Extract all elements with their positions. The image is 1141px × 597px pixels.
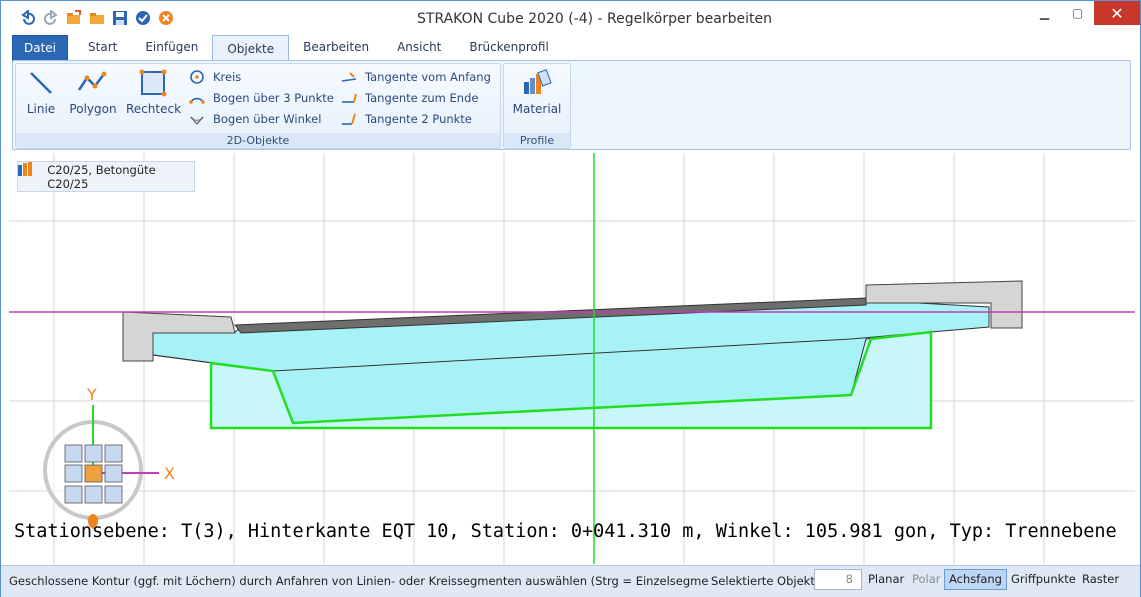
- coordinate-widget[interactable]: [43, 405, 159, 530]
- rectangle-icon: [136, 68, 170, 98]
- polygon-icon: [76, 68, 110, 98]
- tab-brueckenprofil[interactable]: Brückenprofil: [455, 35, 562, 59]
- axis-x-label: X: [164, 464, 175, 483]
- tangente-2-punkte-button[interactable]: Tangente 2 Punkte: [340, 109, 472, 129]
- selected-objects-count: 8: [814, 569, 862, 590]
- ribbon-panel: Linie Polygon Rechteck Kreis Bogen über …: [12, 60, 1131, 150]
- app-window: STRAKON Cube 2020 (-4) - Regelkörper bea…: [0, 0, 1141, 597]
- toggle-achsfang[interactable]: Achsfang: [944, 569, 1007, 590]
- circle-icon: [188, 69, 206, 85]
- ribbon-tabs: Datei Start Einfügen Objekte Bearbeiten …: [12, 35, 563, 61]
- drawing-canvas[interactable]: C20/25, Betongüte C20/25 Y X Stationsebe…: [9, 153, 1135, 564]
- toggle-raster[interactable]: Raster: [1078, 569, 1123, 590]
- tangente-ende-button[interactable]: Tangente zum Ende: [340, 88, 478, 108]
- kreis-label: Kreis: [213, 70, 242, 84]
- toggle-griffpunkte[interactable]: Griffpunkte: [1007, 569, 1080, 590]
- kreis-button[interactable]: Kreis: [188, 67, 241, 87]
- status-message: Geschlossene Kontur (ggf. mit Löchern) d…: [9, 574, 709, 588]
- maximize-icon[interactable]: ▢: [1061, 1, 1094, 25]
- group-2d-objekte: Linie Polygon Rechteck Kreis Bogen über …: [15, 63, 501, 149]
- polygon-button[interactable]: Polygon: [68, 68, 118, 116]
- window-title: STRAKON Cube 2020 (-4) - Regelkörper bea…: [417, 11, 772, 27]
- tab-start[interactable]: Start: [74, 35, 131, 59]
- tab-einfuegen[interactable]: Einfügen: [131, 35, 212, 59]
- linie-label: Linie: [26, 102, 56, 116]
- bogen-winkel-button[interactable]: Bogen über Winkel: [188, 109, 321, 129]
- arc-angle-icon: [188, 111, 206, 127]
- window-controls: ▁ ▢ ✕: [1028, 1, 1140, 25]
- group-profile-label: Profile: [504, 133, 570, 148]
- material-indicator-label: C20/25, Betongüte C20/25: [47, 162, 156, 191]
- toggle-polar[interactable]: Polar: [908, 569, 945, 590]
- minimize-icon[interactable]: ▁: [1028, 1, 1061, 25]
- line-icon: [24, 68, 58, 98]
- material-label: Material: [512, 102, 562, 116]
- material-bar-icon: [18, 162, 43, 184]
- tangent-start-icon: [340, 69, 358, 85]
- polygon-label: Polygon: [69, 102, 117, 116]
- drawing-svg: [9, 153, 1135, 564]
- axis-y-label: Y: [87, 385, 97, 404]
- tangent-2-points-icon: [340, 111, 358, 127]
- toggle-planar[interactable]: Planar: [864, 569, 908, 590]
- tab-ansicht[interactable]: Ansicht: [383, 35, 455, 59]
- group-2d-label: 2D-Objekte: [16, 133, 500, 148]
- tab-datei[interactable]: Datei: [12, 35, 69, 61]
- group-profile: Material Profile: [503, 63, 571, 149]
- material-button[interactable]: Material: [510, 68, 564, 116]
- status-bar: Geschlossene Kontur (ggf. mit Löchern) d…: [1, 565, 1140, 597]
- close-icon[interactable]: ✕: [1094, 1, 1140, 25]
- tab-bearbeiten[interactable]: Bearbeiten: [289, 35, 383, 59]
- tangente-anfang-button[interactable]: Tangente vom Anfang: [340, 67, 491, 87]
- selected-objects-label: Selektierte Objekte: [711, 574, 822, 588]
- material-indicator[interactable]: C20/25, Betongüte C20/25: [17, 161, 195, 192]
- tab-objekte[interactable]: Objekte: [212, 35, 290, 61]
- rechteck-button[interactable]: Rechteck: [126, 68, 182, 116]
- bogen-3-punkte-label: Bogen über 3 Punkte: [213, 91, 334, 105]
- bogen-winkel-label: Bogen über Winkel: [213, 112, 322, 126]
- tangent-end-icon: [340, 90, 358, 106]
- material-icon: [520, 68, 554, 98]
- rechteck-label: Rechteck: [126, 102, 182, 116]
- arc-3-points-icon: [188, 90, 206, 106]
- tangente-2-punkte-label: Tangente 2 Punkte: [365, 112, 472, 126]
- tangente-anfang-label: Tangente vom Anfang: [365, 70, 491, 84]
- station-info-text: Stationsebene: T(3), Hinterkante EQT 10,…: [14, 521, 1117, 542]
- tangente-ende-label: Tangente zum Ende: [365, 91, 479, 105]
- linie-button[interactable]: Linie: [22, 68, 60, 116]
- bogen-3-punkte-button[interactable]: Bogen über 3 Punkte: [188, 88, 334, 108]
- title-bar: STRAKON Cube 2020 (-4) - Regelkörper bea…: [1, 1, 1140, 34]
